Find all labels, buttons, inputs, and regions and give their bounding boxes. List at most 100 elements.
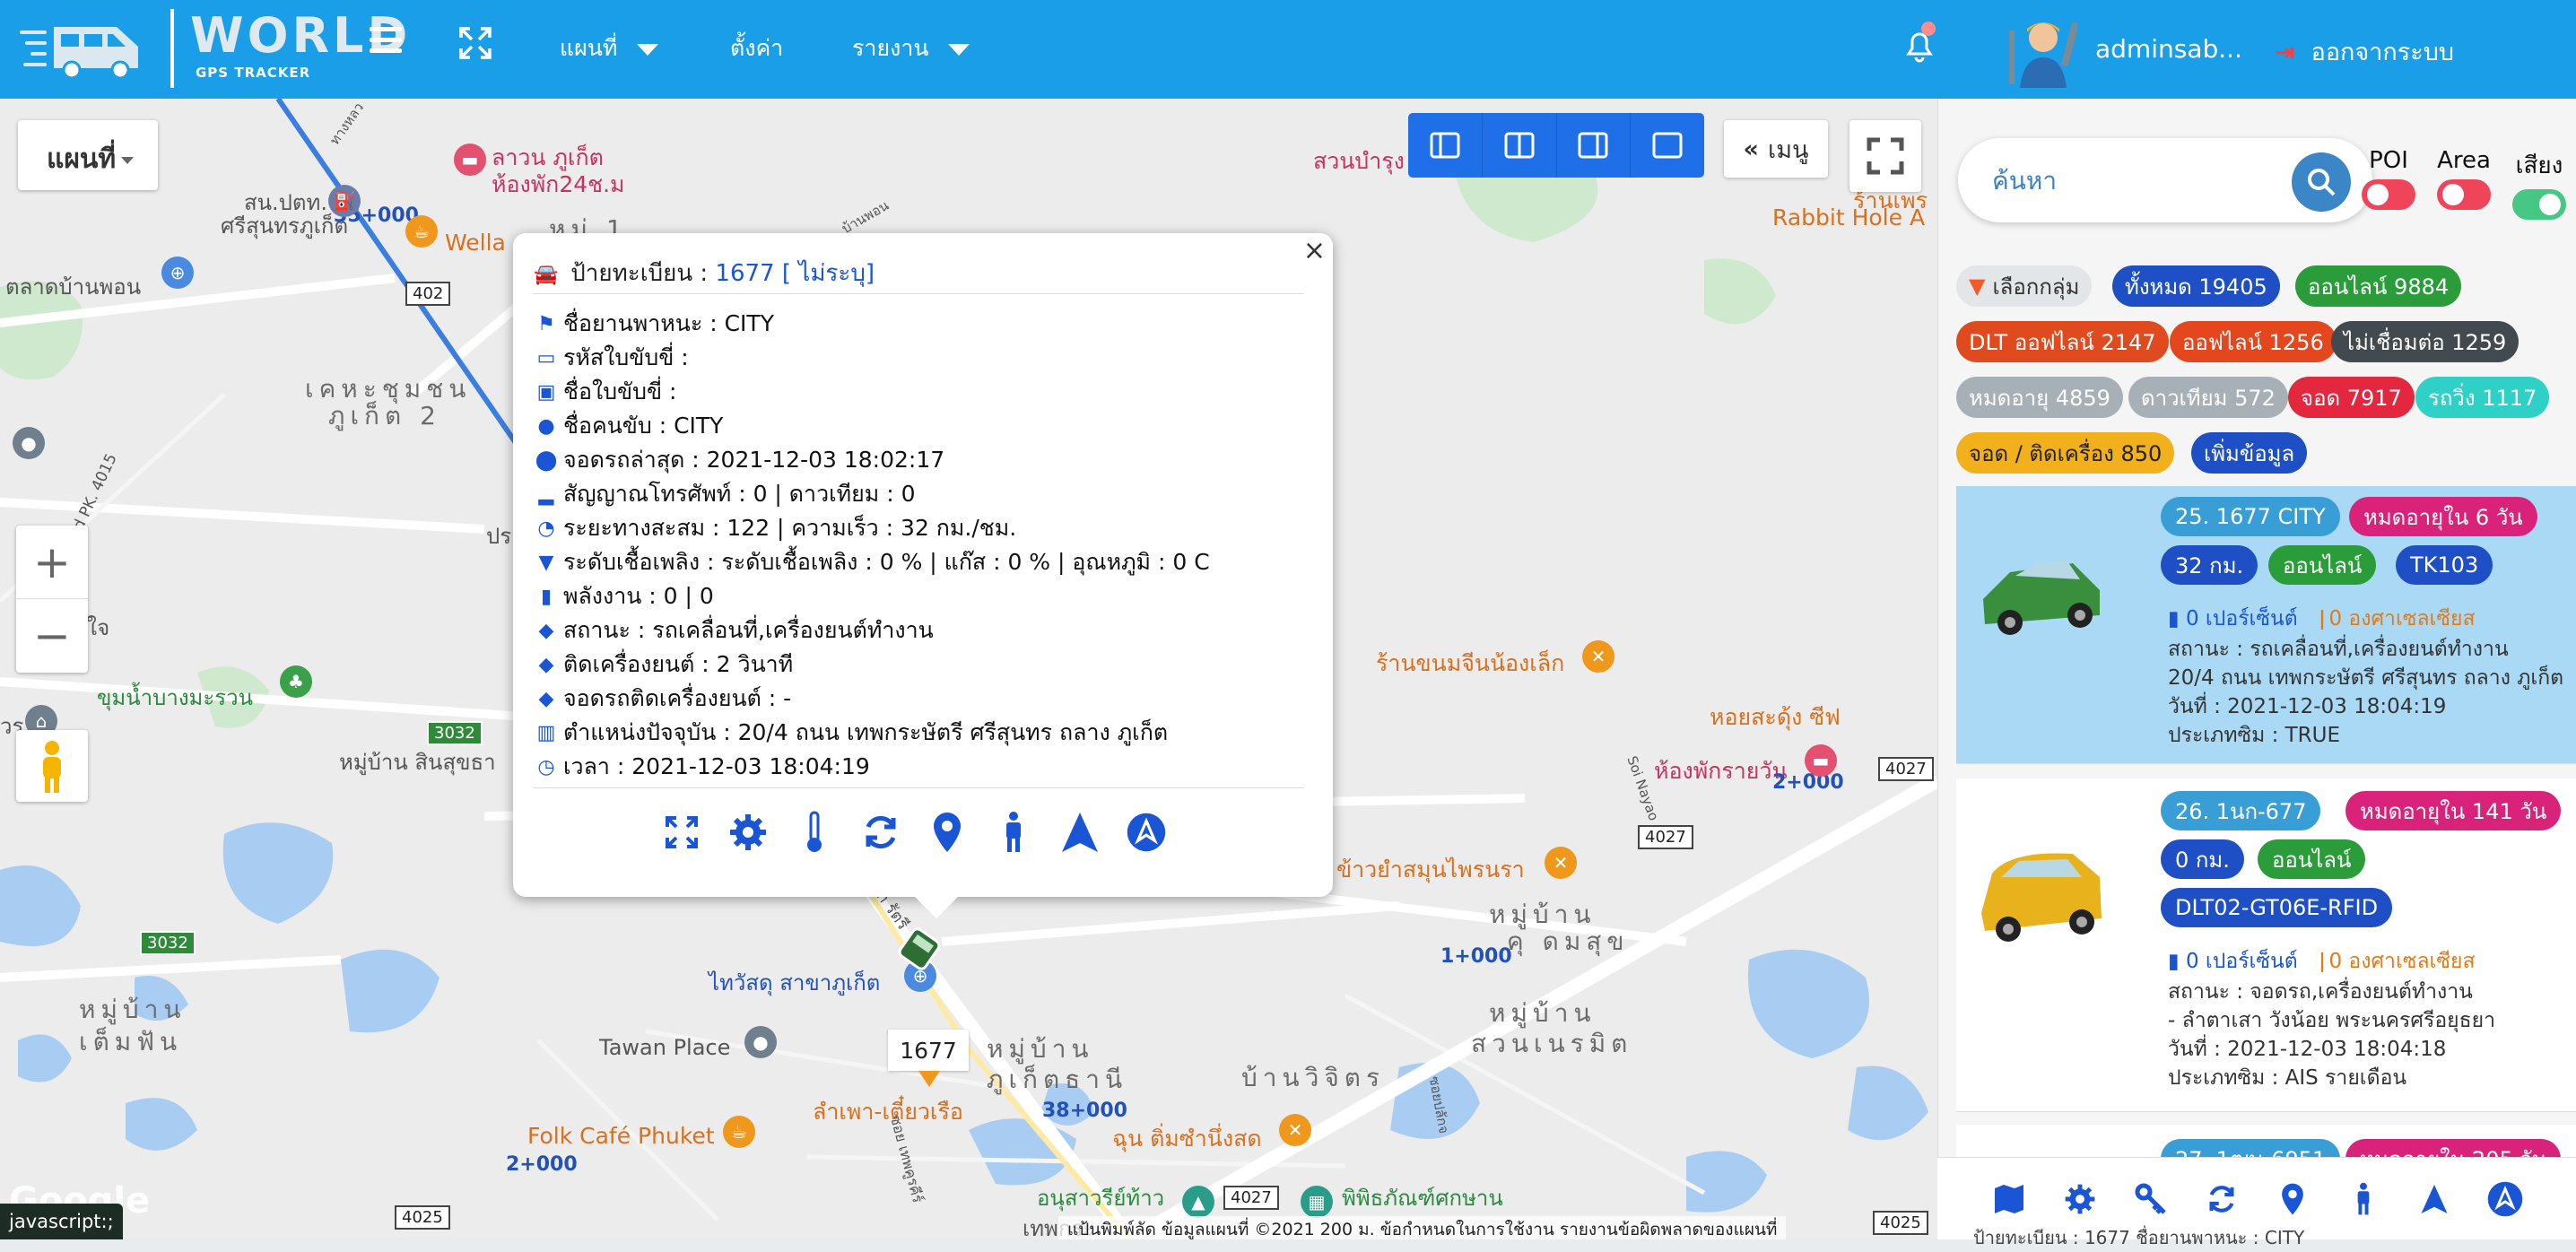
popup-title-value: 1677 [ ไม่ระบุ]	[715, 260, 875, 287]
world-gps-logo[interactable]: WORLD GPS TRACKER	[20, 5, 407, 91]
chip-satellite[interactable]: ดาวเทียม 572	[2128, 377, 2288, 418]
cafe-pin-icon[interactable]: ☕	[723, 1116, 755, 1148]
chip-parked-engine-on[interactable]: จอด / ติดเครื่อง 850	[1956, 432, 2175, 474]
person-icon[interactable]	[994, 807, 1033, 857]
menu-toggle-button[interactable]: « เมนู	[1724, 120, 1828, 178]
map-label: Folk Café Phuket	[527, 1123, 715, 1149]
layout-split-button[interactable]	[1483, 113, 1557, 178]
map-marker-icon[interactable]	[927, 807, 967, 857]
park-pin-icon[interactable]: ♣	[280, 665, 312, 698]
pegman-icon	[43, 741, 61, 793]
refresh-icon[interactable]	[861, 807, 901, 857]
logout-button[interactable]: ⇥ ออกจากระบบ	[2275, 32, 2454, 71]
person-icon[interactable]	[2344, 1179, 2383, 1219]
key-icon[interactable]	[2131, 1179, 2171, 1219]
chip-expired[interactable]: หมดอายุ 4859	[1956, 377, 2123, 418]
street-view-pegman[interactable]	[16, 730, 88, 802]
temp-value: 0 องศาเซลเซียส	[2328, 950, 2476, 973]
restaurant-pin-icon[interactable]: ✕	[1279, 1114, 1311, 1146]
chip-parked[interactable]: จอด 7917	[2288, 377, 2415, 418]
clock-icon: ◷	[537, 755, 555, 778]
license-name: ชื่อใบขับขี่ :	[563, 378, 677, 404]
chip-moving[interactable]: รถวิ่ง 1117	[2415, 377, 2550, 418]
add-data-button[interactable]: เพิ่มข้อมูล	[2191, 432, 2308, 474]
thermometer-icon[interactable]	[795, 807, 834, 857]
vehicle-card[interactable]: 26. 1นก-677 หมดอายุใน 141 วัน 0 กม. ออนไ…	[1956, 778, 2576, 1112]
popup-row: ◷ เวลา : 2021-12-03 18:04:19	[533, 750, 1322, 784]
power: พลังงาน : 0 | 0	[563, 583, 714, 609]
vehicle-date: วันที่ : 2021-12-03 18:04:18	[2168, 1038, 2447, 1061]
poi-toggle[interactable]	[2362, 179, 2415, 210]
search-button[interactable]	[2292, 152, 2351, 212]
vehicle-card[interactable]: 25. 1677 CITY หมดอายุใน 6 วัน 32 กม. ออน…	[1956, 486, 2576, 764]
gear-icon[interactable]	[728, 807, 768, 857]
hotel-pin-icon[interactable]: ▬	[454, 143, 486, 176]
map-marker-icon: ⬤	[535, 448, 558, 472]
cafe-pin-icon[interactable]: ☕	[405, 215, 438, 248]
top-header: WORLD GPS TRACKER แผนที่ ตั้งค่า รายงาน …	[0, 0, 2576, 99]
monument-pin-icon[interactable]: ▲	[1182, 1186, 1214, 1218]
nav-settings-label: ตั้งค่า	[730, 35, 784, 61]
layout-left-sidebar-button[interactable]	[1408, 113, 1483, 178]
fullscreen-button[interactable]	[1849, 120, 1921, 192]
layout-right-sidebar-button[interactable]	[1557, 113, 1632, 178]
nav-report[interactable]: รายงาน	[852, 30, 970, 66]
map-label: ปร	[486, 524, 512, 549]
chip-online[interactable]: ออนไลน์ 9884	[2295, 265, 2462, 307]
chip-offline[interactable]: ออฟไลน์ 1256	[2170, 321, 2337, 362]
expand-arrows-icon[interactable]	[457, 25, 493, 61]
gear-icon[interactable]	[2060, 1179, 2100, 1219]
group-filter-button[interactable]: ▼ เลือกกลุ่ม	[1956, 265, 2093, 307]
hotel-pin-icon[interactable]: ▬	[1805, 744, 1837, 777]
map-label: ห้องพักรายวัน	[1654, 758, 1788, 784]
museum-pin-icon[interactable]: ▦	[1301, 1186, 1333, 1218]
popup-row: ◆ จอดรถติดเครื่องยนต์ : -	[533, 682, 1322, 716]
vehicle-marker-icon[interactable]	[893, 927, 945, 970]
vehicle-address: - ลำตาเสา วังน้อย พระนครศรีอยุธยา	[2168, 1009, 2496, 1032]
map-icon[interactable]	[1989, 1179, 2029, 1219]
map-label: Tawan Place	[599, 1035, 731, 1060]
route-shield: 4025	[395, 1205, 450, 1230]
shopping-pin-icon[interactable]: ⊕	[161, 256, 194, 289]
vehicle-sim: ประเภทซิม : AIS รายเดือน	[2168, 1066, 2407, 1090]
username[interactable]: adminsab...	[2095, 34, 2242, 64]
restaurant-pin-icon[interactable]: ✕	[1582, 640, 1614, 673]
popup-row: ▥ ตำแหน่งปัจจุบัน : 20/4 ถนน เทพกระษัตรี …	[533, 716, 1322, 750]
compass-circle-icon[interactable]	[2485, 1179, 2525, 1219]
expand-icon[interactable]	[662, 807, 701, 857]
restaurant-pin-icon[interactable]: ✕	[1545, 847, 1577, 879]
refresh-icon[interactable]	[2202, 1179, 2241, 1219]
chip-dlt-offline[interactable]: DLT ออฟไลน์ 2147	[1956, 321, 2169, 362]
vehicle-date: วันที่ : 2021-12-03 18:04:19	[2168, 695, 2447, 718]
map-attribution[interactable]: แป้นพิมพ์ลัด ข้อมูลแผนที่ ©2021 200 ม. ข…	[1058, 1216, 1787, 1239]
zoom-out-button[interactable]: −	[16, 599, 88, 673]
navigation-arrow-icon[interactable]	[1060, 807, 1100, 857]
vehicle-details: สถานะ : จอดรถ,เครื่องยนต์ทำงาน - ลำตาเสา…	[2168, 978, 2495, 1092]
vehicle-address: 20/4 ถนน เทพกระษัตรี ศรีสุนทร ถลาง ภูเก็…	[2168, 666, 2564, 690]
popup-row: ◆ ติดเครื่องยนต์ : 2 วินาที	[533, 648, 1322, 682]
hamburger-menu-icon[interactable]	[370, 27, 402, 57]
navigation-arrow-icon[interactable]	[2415, 1179, 2454, 1219]
sound-toggle-group: เสียง	[2512, 147, 2566, 220]
temperature-icon: ǀ	[2319, 607, 2326, 630]
sound-toggle[interactable]	[2512, 189, 2566, 220]
area-toggle[interactable]	[2437, 179, 2491, 210]
avatar[interactable]	[2007, 13, 2077, 88]
close-icon[interactable]: ×	[1303, 235, 1326, 266]
nav-settings[interactable]: ตั้งค่า	[730, 30, 783, 66]
chip-disconnected[interactable]: ไม่เชื่อมต่อ 1259	[2331, 321, 2519, 362]
compass-circle-icon[interactable]	[1127, 807, 1166, 857]
nav-map[interactable]: แผนที่	[560, 30, 659, 66]
location-pin-icon[interactable]: ●	[744, 1026, 777, 1058]
location-pin-icon[interactable]: ●	[13, 427, 45, 459]
area-toggle-group: Area	[2437, 147, 2491, 210]
vehicle-name: ชื่อยานพาหนะ : CITY	[563, 310, 774, 336]
search-input[interactable]	[1992, 161, 2261, 199]
chip-all[interactable]: ทั้งหมด 19405	[2112, 265, 2280, 307]
map-canvas[interactable]: ลาวน ภูเก็ต ห้องพัก24ช.ม หมู่ 1 สน.ปตท. …	[0, 99, 1937, 1239]
layout-full-map-button[interactable]	[1631, 113, 1704, 178]
gas-station-pin-icon[interactable]: ⛽	[328, 185, 361, 217]
map-type-dropdown[interactable]: แผนที่	[18, 120, 158, 190]
map-marker-icon[interactable]	[2273, 1179, 2312, 1219]
zoom-in-button[interactable]: +	[16, 526, 88, 599]
